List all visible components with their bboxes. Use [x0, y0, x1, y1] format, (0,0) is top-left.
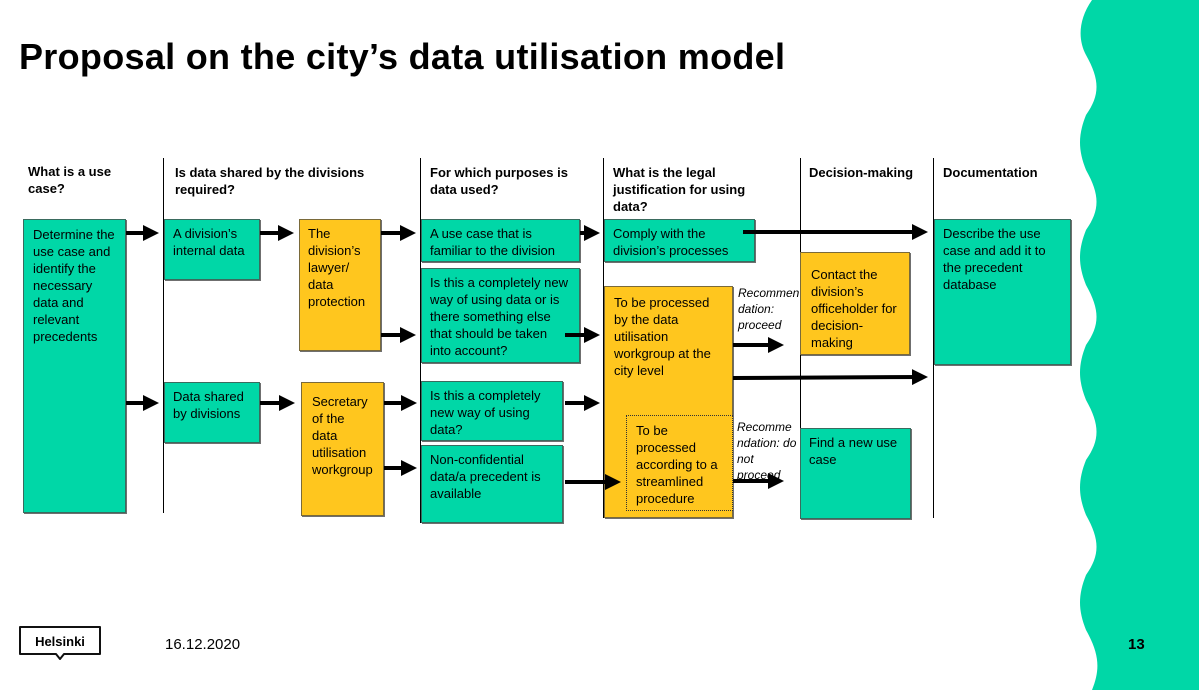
footer-date: 16.12.2020	[165, 636, 241, 653]
logo-text: Helsinki	[35, 634, 85, 649]
arrow	[732, 369, 928, 386]
page-number: 13	[1128, 636, 1145, 653]
flow-arrows	[126, 224, 928, 490]
